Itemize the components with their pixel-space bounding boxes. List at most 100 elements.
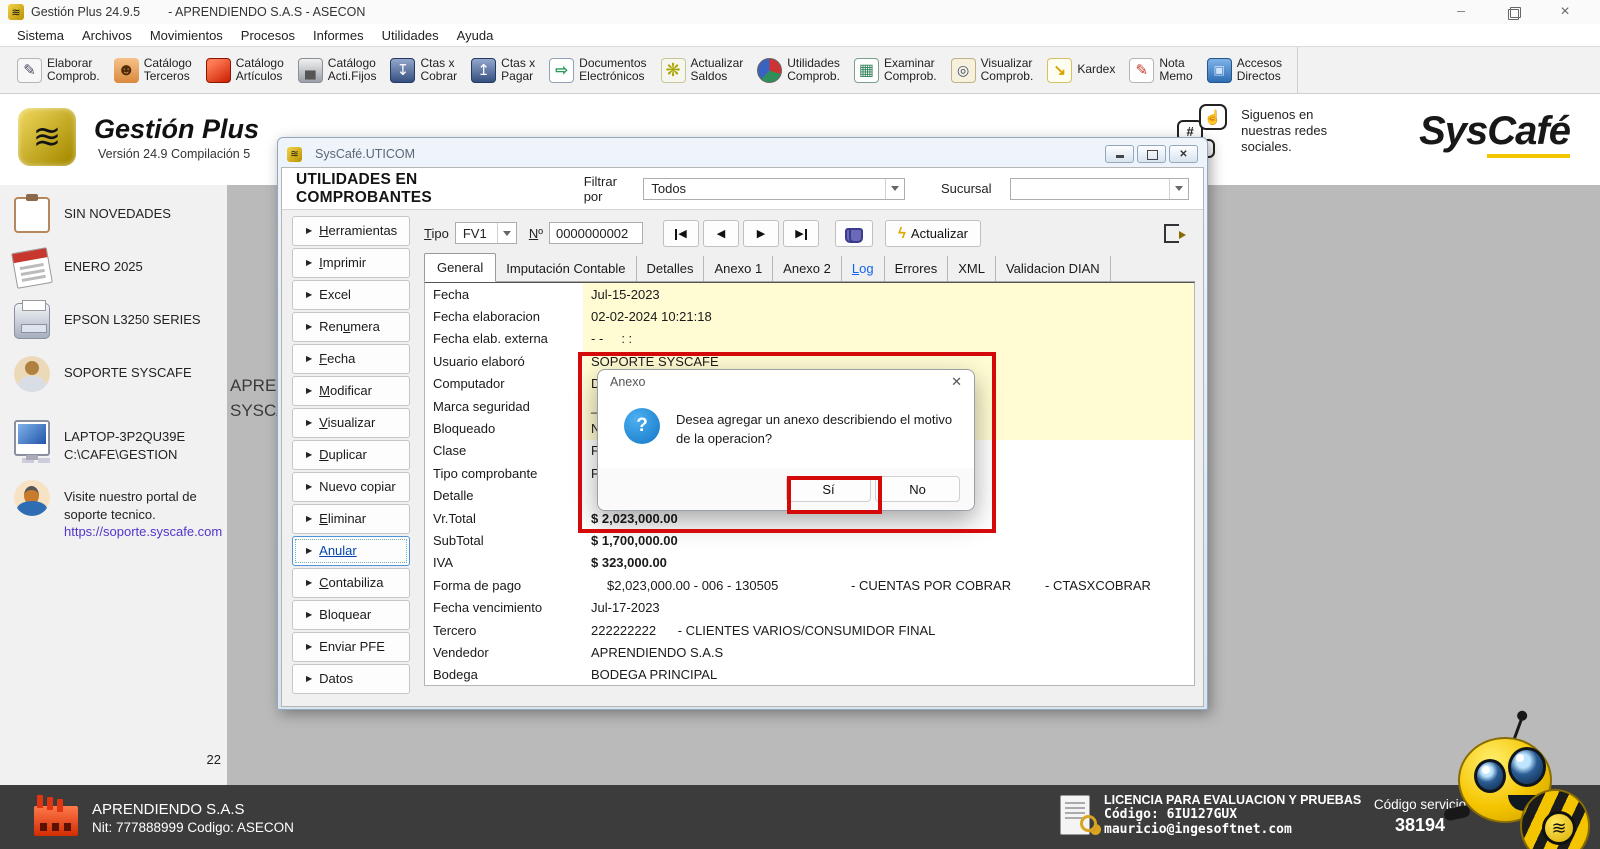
toolbar-kardex[interactable]: Kardex (1040, 55, 1122, 86)
person-icon (114, 58, 139, 83)
sidebar-item-usuario: SOPORTE SYSCAFE (14, 356, 227, 392)
magnifier-document-icon (951, 58, 976, 83)
branch-label: Sucursal (941, 181, 992, 196)
anular-button[interactable]: Anular (292, 536, 410, 566)
toolbar-actualizar-saldos[interactable]: ActualizarSaldos (654, 54, 751, 87)
uticom-header: UTILIDADES EN COMPROBANTES Filtrar por T… (282, 168, 1203, 210)
nuevo-copiar-button[interactable]: Nuevo copiar (292, 472, 410, 502)
dialog-message: Desea agregar un anexo describiendo el m… (676, 408, 956, 449)
anexo-dialog: Anexo ? Desea agregar un anexo describie… (597, 369, 975, 511)
tab-general[interactable]: General (424, 253, 496, 282)
visualizar-button[interactable]: Visualizar (292, 408, 410, 438)
last-record-button[interactable] (783, 220, 819, 247)
tab-xml[interactable]: XML (948, 256, 996, 281)
gestion-plus-logo (18, 108, 76, 166)
menu-ayuda[interactable]: Ayuda (448, 28, 503, 43)
binoculars-icon (846, 228, 862, 239)
excel-button[interactable]: Excel (292, 280, 410, 310)
kardex-arrow-icon (1047, 58, 1072, 83)
menu-utilidades[interactable]: Utilidades (373, 28, 448, 43)
datos-button[interactable]: Datos (292, 664, 410, 694)
toolbar-documentos-electronicos[interactable]: DocumentosElectrónicos (542, 54, 653, 87)
menubar: Sistema Archivos Movimientos Procesos In… (0, 24, 1600, 46)
exit-door-icon[interactable] (1164, 224, 1179, 243)
toolbar-utilidades-comprob[interactable]: UtilidadesComprob. (750, 54, 847, 87)
statusbar: APRENDIENDO S.A.S Nit: 777888999 Codigo:… (0, 785, 1600, 849)
next-record-button[interactable] (743, 220, 779, 247)
minimize-icon[interactable] (1452, 3, 1470, 21)
page-title: UTILIDADES EN COMPROBANTES (296, 171, 530, 207)
company-nit: Nit: 777888999 Codigo: ASECON (92, 820, 294, 835)
toolbar-visualizar-comprob[interactable]: VisualizarComprob. (944, 54, 1041, 87)
dialog-close-icon[interactable] (951, 374, 962, 390)
tipo-select[interactable]: FV1 (455, 222, 517, 244)
numero-input[interactable]: 0000000002 (549, 222, 643, 244)
pie-chart-icon (757, 58, 782, 83)
contabiliza-button[interactable]: Contabiliza (292, 568, 410, 598)
toolbar-ctas-x-cobrar[interactable]: Ctas xCobrar (383, 54, 464, 87)
restore-icon[interactable] (1504, 3, 1522, 21)
sidebar-item-novedades: SIN NOVEDADES (14, 197, 227, 233)
menu-movimientos[interactable]: Movimientos (141, 28, 232, 43)
form-row-bodega: BodegaBODEGA PRINCIPAL (425, 664, 1194, 686)
first-record-button[interactable] (663, 220, 699, 247)
toolbar-catalogo-articulos[interactable]: CatálogoArtículos (199, 54, 291, 87)
imprimir-button[interactable]: Imprimir (292, 248, 410, 278)
filter-select[interactable]: Todos (643, 178, 905, 200)
menu-archivos[interactable]: Archivos (73, 28, 141, 43)
search-button[interactable] (835, 220, 873, 247)
child-close-icon[interactable] (1169, 145, 1198, 163)
support-portal-link[interactable]: https://soporte.syscafe.com (64, 524, 222, 539)
enviar-pfe-button[interactable]: Enviar PFE (292, 632, 410, 662)
anexo-dialog-titlebar[interactable]: Anexo (598, 370, 974, 394)
clipboard-icon (14, 197, 50, 233)
form-row-fecha-vencimiento: Fecha vencimientoJul-17-2023 (425, 596, 1194, 618)
bloquear-button[interactable]: Bloquear (292, 600, 410, 630)
tab-imputacion-contable[interactable]: Imputación Contable (496, 256, 636, 281)
tab-anexo-2[interactable]: Anexo 2 (773, 256, 842, 281)
tab-validacion-dian[interactable]: Validacion DIAN (996, 256, 1111, 281)
sidebar-item-periodo: ENERO 2025 (14, 250, 227, 286)
close-icon[interactable] (1556, 3, 1574, 21)
compose-document-icon (17, 58, 42, 83)
yes-button[interactable]: Sí (786, 476, 871, 502)
herramientas-button[interactable]: Herramientas (292, 216, 410, 246)
toolbar-nota-memo[interactable]: NotaMemo (1122, 54, 1199, 87)
toolbar-catalogo-actifijos[interactable]: CatálogoActi.Fijos (291, 54, 384, 87)
child-maximize-icon[interactable] (1137, 145, 1166, 163)
sidebar-item-impresora: EPSON L3250 SERIES (14, 303, 227, 339)
memo-note-icon (1129, 58, 1154, 83)
fecha-button[interactable]: Fecha (292, 344, 410, 374)
numero-label: Nº (529, 226, 543, 241)
previous-record-button[interactable] (703, 220, 739, 247)
question-mark-icon: ? (624, 408, 660, 444)
branch-select[interactable] (1010, 178, 1189, 200)
toolbar-examinar-comprob[interactable]: ExaminarComprob. (847, 54, 944, 87)
toolbar-catalogo-terceros[interactable]: CatálogoTerceros (107, 54, 199, 87)
form-row-fecha-elaboracion: Fecha elaboracion02-02-2024 10:21:18 (425, 305, 1194, 327)
toolbar-ctas-x-pagar[interactable]: Ctas xPagar (464, 54, 542, 87)
child-minimize-icon[interactable] (1105, 145, 1134, 163)
duplicar-button[interactable]: Duplicar (292, 440, 410, 470)
chevron-down-icon (885, 179, 904, 199)
toolbar-accesos-directos[interactable]: AccesosDirectos (1200, 54, 1289, 87)
actualizar-button[interactable]: Actualizar (885, 220, 981, 247)
tab-detalles[interactable]: Detalles (637, 256, 705, 281)
no-button[interactable]: No (875, 476, 960, 502)
menu-sistema[interactable]: Sistema (8, 28, 73, 43)
toolbar-elaborar-comprob[interactable]: ElaborarComprob. (10, 54, 107, 87)
license-email: mauricio@ingesoftnet.com (1104, 822, 1361, 837)
menu-informes[interactable]: Informes (304, 28, 373, 43)
eliminar-button[interactable]: Eliminar (292, 504, 410, 534)
electronic-document-icon (549, 58, 574, 83)
modificar-button[interactable]: Modificar (292, 376, 410, 406)
gear-icon (661, 58, 686, 83)
license-key-icon (1060, 795, 1090, 835)
tab-anexo-1[interactable]: Anexo 1 (704, 256, 773, 281)
tab-errores[interactable]: Errores (885, 256, 949, 281)
main-toolbar: ElaborarComprob. CatálogoTerceros Catálo… (0, 46, 1600, 94)
uticom-titlebar[interactable]: SysCafé.UTICOM (281, 141, 1204, 167)
tab-log[interactable]: Log (842, 256, 885, 281)
menu-procesos[interactable]: Procesos (232, 28, 304, 43)
renumera-button[interactable]: Renumera (292, 312, 410, 342)
